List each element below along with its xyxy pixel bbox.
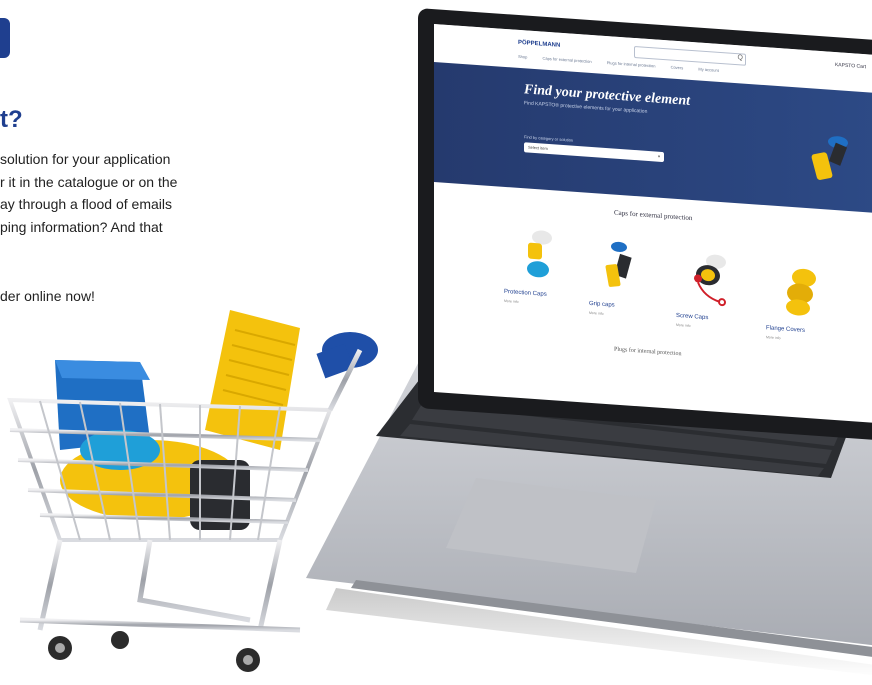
nav-item[interactable]: Covers — [671, 65, 684, 71]
card-sub: More info — [676, 322, 691, 328]
card-label: Screw Caps — [676, 312, 709, 322]
card-sub: More info — [589, 310, 604, 316]
hero-product-image — [811, 136, 848, 180]
card-screw-caps[interactable]: Screw Caps More info — [676, 243, 756, 349]
category-cards: Protection Caps More info Grip caps More… — [504, 219, 864, 354]
card-label: Grip caps — [589, 300, 615, 309]
nav-item[interactable]: My account — [698, 66, 718, 72]
filter-label: Find by category or solution — [524, 134, 574, 143]
nav-item[interactable]: Shop — [518, 54, 527, 60]
grip-caps-image — [605, 241, 632, 287]
user-links[interactable]: KAPSTO Cart — [835, 62, 866, 70]
section-title: Caps for external protection — [614, 208, 693, 223]
cart-wheels — [48, 631, 260, 672]
card-label: Flange Covers — [766, 325, 806, 334]
card-label: Protection Caps — [504, 288, 547, 298]
laptop-screen: PÖPPELMANN Q KAPSTO Cart Shop Caps for e… — [434, 24, 872, 424]
cart-frame — [19, 539, 301, 633]
nav-item[interactable]: Caps for external protection — [542, 56, 591, 64]
chevron-down-icon: ▾ — [657, 153, 660, 159]
shopping-cart-image — [7, 310, 378, 672]
select-value: Select item — [528, 144, 548, 151]
site-logo[interactable]: PÖPPELMANN — [518, 40, 560, 49]
protection-caps-image — [527, 230, 552, 278]
search-icon[interactable]: Q — [738, 54, 743, 61]
card-protection-caps[interactable]: Protection Caps More info — [504, 219, 584, 325]
card-sub: More info — [504, 298, 519, 304]
flange-covers-image — [786, 268, 816, 316]
section-title-plugs: Plugs for internal protection — [614, 346, 682, 358]
card-flange-covers[interactable]: Flange Covers More info — [766, 255, 846, 361]
screw-caps-image — [694, 254, 726, 307]
category-select[interactable]: Select item ▾ — [524, 142, 664, 163]
hero-banner: Find your protective element Find KAPSTO… — [434, 62, 872, 214]
nav-item[interactable]: Plugs for internal protection — [607, 60, 656, 68]
card-grip-caps[interactable]: Grip caps More info — [589, 231, 669, 337]
card-sub: More info — [766, 335, 781, 341]
